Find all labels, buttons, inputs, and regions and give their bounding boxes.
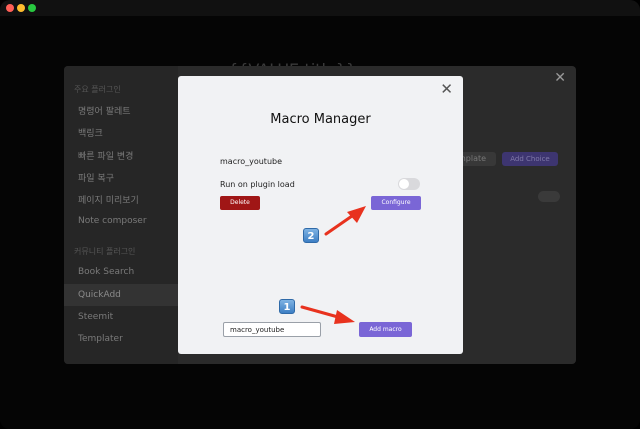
- arrow-to-add-macro: [300, 305, 355, 324]
- arrow-to-configure: [324, 206, 366, 236]
- app-window: {{VALUE:title}} 주요 플러그인 명령어 팔레트 백링크 빠른 파…: [0, 0, 640, 429]
- annotation-arrows: [300, 206, 366, 324]
